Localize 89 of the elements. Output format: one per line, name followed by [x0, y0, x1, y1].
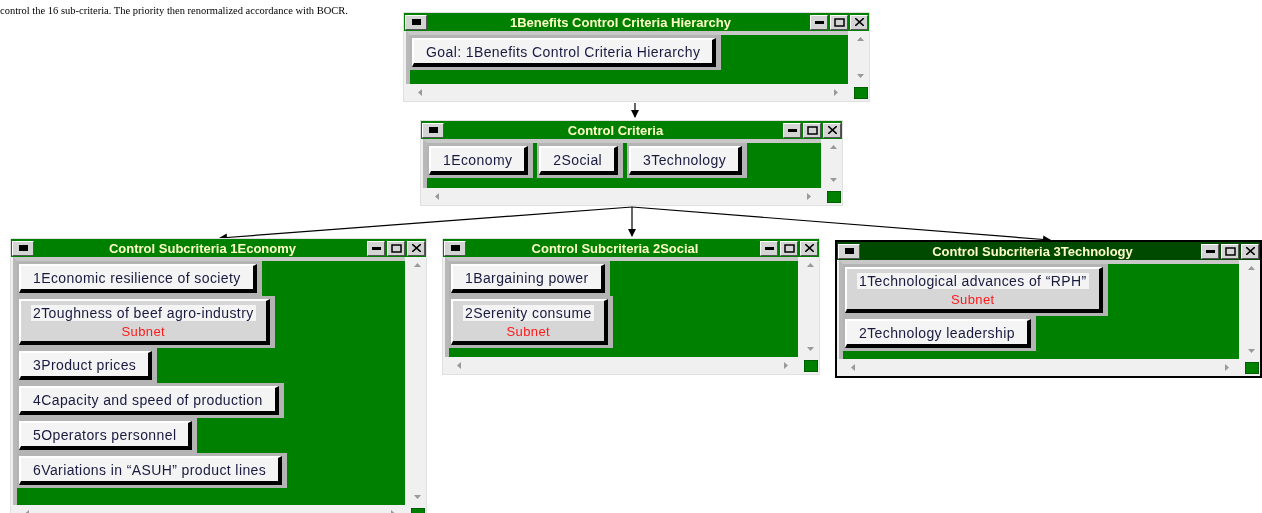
maximize-icon [1224, 246, 1236, 256]
maximize-button[interactable] [387, 240, 405, 256]
close-icon [827, 126, 837, 134]
resize-grip-icon [853, 86, 868, 99]
minimize-icon [764, 246, 774, 250]
minimize-icon [787, 128, 797, 132]
maximize-icon [806, 125, 818, 135]
scroll-right-icon [834, 89, 838, 96]
subnet-label: Subnet [121, 324, 166, 339]
resize-grip-icon [1244, 361, 1259, 374]
node-label: 1Technological advances of “RPH” [857, 273, 1089, 289]
node-button[interactable]: 1Economic resilience of society [19, 264, 257, 293]
node-label: 2Serenity consume [463, 305, 594, 321]
close-button[interactable] [823, 122, 841, 138]
close-button[interactable] [850, 14, 868, 30]
scroll-down-icon [807, 347, 814, 351]
maximize-icon [833, 17, 845, 27]
window-title: Control Subcriteria 2Social [530, 240, 700, 256]
scroll-down-icon [830, 178, 837, 182]
system-menu-button[interactable] [12, 240, 34, 256]
close-button[interactable] [800, 240, 818, 256]
resize-grip-icon [803, 359, 818, 372]
window-title: 1Benefits Control Criteria Hierarchy [508, 14, 733, 30]
scroll-right-icon [784, 362, 788, 369]
window-title: Control Subcriteria 3Technology [931, 243, 1134, 259]
maximize-button[interactable] [1221, 243, 1239, 259]
minimize-button[interactable] [783, 122, 801, 138]
scroll-right-icon [1225, 364, 1229, 371]
node-button[interactable]: 6Variations in “ASUH” product lines [19, 456, 283, 485]
node-card[interactable]: 2Serenity consume Subnet [451, 299, 608, 345]
close-button[interactable] [1241, 243, 1259, 259]
system-menu-button[interactable] [405, 14, 427, 30]
minimize-icon [1205, 249, 1215, 253]
scroll-left-icon [418, 89, 422, 96]
scroll-up-icon [414, 263, 421, 267]
connector-arrow [631, 102, 639, 118]
node-button[interactable]: 3Technology [629, 146, 743, 175]
scroll-up-icon [857, 37, 864, 41]
close-button[interactable] [407, 240, 425, 256]
minimize-button[interactable] [810, 14, 828, 30]
scroll-left-icon [851, 364, 855, 371]
minimize-icon [371, 246, 381, 250]
node-button[interactable]: 4Capacity and speed of production [19, 386, 279, 415]
scroll-left-icon [435, 193, 439, 200]
menu-icon [428, 127, 438, 133]
caption-text: control the 16 sub-criteria. The priority then renormalized accordance with BOCR. [0, 5, 348, 17]
node-button[interactable]: 5Operators personnel [19, 421, 193, 450]
node-card[interactable]: 1Technological advances of “RPH” Subnet [845, 267, 1103, 313]
maximize-button[interactable] [803, 122, 821, 138]
window-title: Control Criteria [566, 122, 665, 138]
minimize-button[interactable] [760, 240, 778, 256]
scroll-up-icon [807, 263, 814, 267]
node-button[interactable]: Goal: 1Benefits Control Criteria Hierarchy [412, 38, 717, 67]
node-label: 2Toughness of beef agro-industry [31, 305, 256, 321]
node-button[interactable]: 2Social [539, 146, 619, 175]
menu-icon [450, 245, 460, 251]
scroll-down-icon [414, 495, 421, 499]
menu-icon [18, 245, 28, 251]
menu-icon [411, 19, 421, 25]
node-button[interactable]: 2Technology leadership [845, 319, 1031, 348]
subnet-label: Subnet [506, 324, 551, 339]
close-icon [1245, 247, 1255, 255]
scroll-left-icon [457, 362, 461, 369]
node-button[interactable]: 1Economy [429, 146, 529, 175]
close-icon [804, 244, 814, 252]
scroll-up-icon [1248, 266, 1255, 270]
minimize-button[interactable] [1201, 243, 1219, 259]
maximize-icon [390, 243, 402, 253]
system-menu-button[interactable] [422, 122, 444, 138]
maximize-button[interactable] [830, 14, 848, 30]
window-title: Control Subcriteria 1Economy [107, 240, 298, 256]
scroll-down-icon [1248, 349, 1255, 353]
resize-grip-icon [826, 190, 841, 203]
system-menu-button[interactable] [838, 243, 860, 259]
system-menu-button[interactable] [444, 240, 466, 256]
node-button[interactable]: 1Bargaining power [451, 264, 605, 293]
close-icon [411, 244, 421, 252]
maximize-button[interactable] [780, 240, 798, 256]
node-button[interactable]: 3Product prices [19, 351, 153, 380]
scroll-up-icon [830, 145, 837, 149]
scroll-down-icon [857, 74, 864, 78]
maximize-icon [783, 243, 795, 253]
minimize-button[interactable] [367, 240, 385, 256]
menu-icon [844, 248, 854, 254]
node-card[interactable]: 2Toughness of beef agro-industry Subnet [19, 299, 270, 345]
subnet-label: Subnet [951, 292, 995, 307]
scroll-right-icon [807, 193, 811, 200]
minimize-icon [814, 20, 824, 24]
close-icon [854, 18, 864, 26]
